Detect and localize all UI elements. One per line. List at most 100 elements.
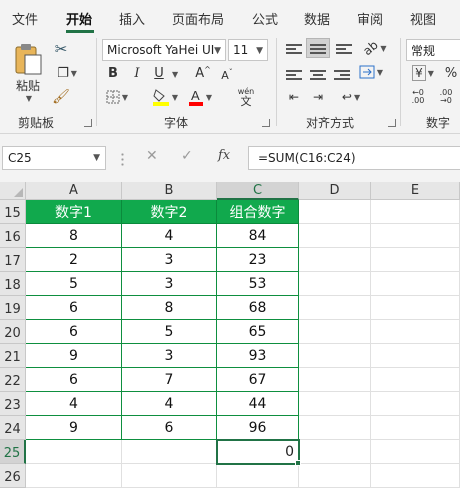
cell[interactable] bbox=[371, 296, 460, 320]
tab-review[interactable]: 审阅 bbox=[357, 9, 383, 28]
align-bottom-icon[interactable] bbox=[336, 42, 352, 56]
phonetic-button[interactable]: wén 文 bbox=[228, 86, 264, 108]
alignment-launcher-icon[interactable] bbox=[388, 119, 396, 127]
bold-button[interactable]: B bbox=[104, 64, 122, 82]
table-cell[interactable]: 9 bbox=[26, 416, 122, 440]
table-cell[interactable]: 84 bbox=[217, 224, 299, 248]
table-cell[interactable]: 6 bbox=[26, 368, 122, 392]
wrap-text-button[interactable]: ↩ ▼ bbox=[336, 88, 366, 106]
table-cell[interactable]: 4 bbox=[122, 224, 217, 248]
table-cell[interactable]: 3 bbox=[122, 344, 217, 368]
cancel-icon[interactable]: ✕ bbox=[146, 148, 158, 164]
row-header-17[interactable]: 17 bbox=[0, 248, 26, 272]
cell[interactable] bbox=[299, 464, 371, 488]
column-header-b[interactable]: B bbox=[122, 182, 217, 200]
format-painter-icon[interactable]: 🖌 bbox=[52, 88, 70, 106]
tab-formulas[interactable]: 公式 bbox=[252, 9, 278, 28]
active-cell[interactable]: 0 bbox=[216, 439, 300, 465]
increase-indent-icon[interactable]: ⇥ bbox=[308, 88, 328, 106]
column-header-e[interactable]: E bbox=[371, 182, 460, 200]
table-cell[interactable]: 3 bbox=[122, 272, 217, 296]
orientation-button[interactable]: ab ▼ bbox=[360, 38, 390, 58]
column-header-a[interactable]: A bbox=[26, 182, 122, 200]
table-cell[interactable]: 68 bbox=[217, 296, 299, 320]
cell[interactable] bbox=[371, 392, 460, 416]
row-header-18[interactable]: 18 bbox=[0, 272, 26, 296]
merge-button[interactable]: ▼ bbox=[356, 62, 386, 82]
font-color-button[interactable]: A ▼ bbox=[184, 86, 216, 108]
font-size-select[interactable]: 11 ▼ bbox=[228, 39, 268, 61]
table-cell[interactable]: 5 bbox=[122, 320, 217, 344]
cell[interactable] bbox=[371, 248, 460, 272]
underline-button[interactable]: U bbox=[150, 64, 168, 82]
row-header-23[interactable]: 23 bbox=[0, 392, 26, 416]
cell[interactable] bbox=[371, 200, 460, 224]
table-cell[interactable]: 8 bbox=[122, 296, 217, 320]
row-header-24[interactable]: 24 bbox=[0, 416, 26, 440]
table-cell[interactable]: 4 bbox=[122, 392, 217, 416]
table-cell[interactable]: 7 bbox=[122, 368, 217, 392]
align-center-icon[interactable] bbox=[310, 68, 326, 82]
row-header-22[interactable]: 22 bbox=[0, 368, 26, 392]
enter-icon[interactable]: ✓ bbox=[181, 148, 193, 164]
table-cell[interactable]: 5 bbox=[26, 272, 122, 296]
align-left-icon[interactable] bbox=[286, 68, 302, 82]
grow-font-button[interactable]: A ^ bbox=[194, 64, 212, 82]
cell[interactable] bbox=[299, 368, 371, 392]
table-cell[interactable]: 93 bbox=[217, 344, 299, 368]
table-cell[interactable]: 9 bbox=[26, 344, 122, 368]
tab-file[interactable]: 文件 bbox=[12, 9, 38, 28]
row-header-25[interactable]: 25 bbox=[0, 440, 26, 464]
font-name-select[interactable]: Microsoft YaHei UI ▼ bbox=[102, 39, 226, 61]
name-box[interactable]: C25 ▼ bbox=[2, 146, 106, 170]
copy-button[interactable]: ❐ ▼ bbox=[50, 64, 84, 82]
row-header-20[interactable]: 20 bbox=[0, 320, 26, 344]
table-cell[interactable]: 6 bbox=[26, 320, 122, 344]
cell[interactable] bbox=[299, 296, 371, 320]
table-cell[interactable]: 6 bbox=[122, 416, 217, 440]
fill-color-button[interactable]: ▼ bbox=[148, 86, 182, 108]
cell[interactable] bbox=[371, 320, 460, 344]
clipboard-launcher-icon[interactable] bbox=[84, 119, 92, 127]
paste-button[interactable]: 粘贴 ▼ bbox=[8, 36, 48, 110]
fill-handle[interactable] bbox=[295, 460, 301, 466]
cell[interactable] bbox=[371, 440, 460, 464]
tab-data[interactable]: 数据 bbox=[304, 9, 330, 28]
cell[interactable] bbox=[26, 440, 122, 464]
cell[interactable] bbox=[299, 248, 371, 272]
italic-button[interactable]: I bbox=[128, 64, 146, 82]
cell[interactable] bbox=[299, 272, 371, 296]
cell[interactable] bbox=[371, 224, 460, 248]
tab-page-layout[interactable]: 页面布局 bbox=[172, 9, 224, 28]
cell[interactable] bbox=[122, 464, 217, 488]
table-cell[interactable]: 44 bbox=[217, 392, 299, 416]
cell[interactable] bbox=[371, 416, 460, 440]
cell[interactable] bbox=[299, 392, 371, 416]
align-right-icon[interactable] bbox=[334, 68, 350, 82]
cell[interactable] bbox=[26, 464, 122, 488]
column-header-c[interactable]: C bbox=[217, 182, 299, 200]
table-cell[interactable]: 3 bbox=[122, 248, 217, 272]
row-header-21[interactable]: 21 bbox=[0, 344, 26, 368]
cell[interactable] bbox=[371, 464, 460, 488]
table-cell[interactable]: 96 bbox=[217, 416, 299, 440]
number-format-select[interactable]: 常规 bbox=[406, 39, 460, 61]
table-header-cell[interactable]: 数字2 bbox=[122, 200, 217, 224]
font-launcher-icon[interactable] bbox=[262, 119, 270, 127]
row-header-26[interactable]: 26 bbox=[0, 464, 26, 488]
align-middle-button[interactable] bbox=[306, 38, 330, 58]
table-cell[interactable]: 4 bbox=[26, 392, 122, 416]
table-cell[interactable]: 67 bbox=[217, 368, 299, 392]
table-header-cell[interactable]: 组合数字 bbox=[217, 200, 299, 224]
decrease-indent-icon[interactable]: ⇤ bbox=[284, 88, 304, 106]
percent-button[interactable]: % bbox=[442, 64, 460, 82]
column-header-d[interactable]: D bbox=[299, 182, 371, 200]
cell[interactable] bbox=[122, 440, 217, 464]
row-header-15[interactable]: 15 bbox=[0, 200, 26, 224]
tab-view[interactable]: 视图 bbox=[410, 9, 436, 28]
insert-function-icon[interactable]: fx bbox=[218, 148, 230, 163]
cell[interactable] bbox=[217, 464, 299, 488]
tab-insert[interactable]: 插入 bbox=[119, 9, 145, 28]
worksheet-grid[interactable]: A B C D E 15 16 17 18 19 20 21 22 23 24 25 26 数字1 数字2 组合数字 8… bbox=[0, 182, 460, 488]
decrease-decimal-icon[interactable]: .00 →0 bbox=[434, 88, 458, 106]
